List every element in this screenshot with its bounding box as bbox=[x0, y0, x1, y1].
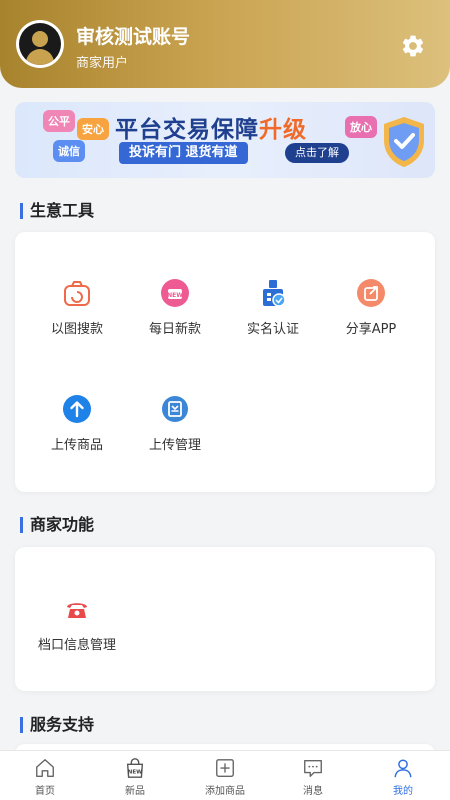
section-title-merchant-functions: 商家功能 bbox=[20, 517, 94, 533]
merchant-functions-card: 档口信息管理 bbox=[15, 547, 435, 691]
tool-label: 分享APP bbox=[345, 322, 397, 337]
profile-header: 审核测试账号 商家用户 bbox=[0, 0, 450, 88]
tool-label: 上传管理 bbox=[148, 438, 201, 453]
promo-banner[interactable]: 公平 安心 诚信 放心 平台交易保障升级 投诉有门 退货有道 点击了解 bbox=[15, 102, 435, 178]
tool-label: 每日新款 bbox=[148, 322, 201, 337]
tab-label: 消息 bbox=[303, 786, 323, 797]
svg-text:NEW: NEW bbox=[167, 292, 183, 299]
phone-icon bbox=[67, 603, 87, 618]
verification-icon bbox=[263, 280, 286, 307]
home-icon bbox=[36, 759, 54, 777]
tool-label: 上传商品 bbox=[50, 438, 103, 453]
tab-add-product[interactable]: 添加商品 bbox=[190, 757, 260, 797]
tool-image-search[interactable]: 以图搜款 bbox=[27, 278, 127, 337]
add-icon bbox=[216, 759, 234, 777]
shield-icon bbox=[384, 117, 424, 167]
user-role: 商家用户 bbox=[76, 56, 129, 71]
user-name: 审核测试账号 bbox=[76, 26, 191, 48]
section-title-service-support: 服务支持 bbox=[20, 717, 94, 733]
tool-stall-info[interactable]: 档口信息管理 bbox=[27, 594, 127, 653]
banner-tag: 安心 bbox=[77, 118, 109, 140]
banner-title: 平台交易保障升级 bbox=[115, 117, 307, 143]
upload-manage-icon bbox=[162, 396, 188, 422]
share-icon bbox=[357, 279, 385, 307]
tool-label: 档口信息管理 bbox=[37, 638, 116, 653]
image-search-icon bbox=[64, 281, 90, 306]
tab-label: 添加商品 bbox=[205, 786, 245, 797]
message-icon bbox=[304, 759, 322, 777]
user-icon bbox=[394, 759, 412, 778]
tool-upload-manage[interactable]: 上传管理 bbox=[125, 394, 225, 453]
tab-home[interactable]: 首页 bbox=[10, 757, 80, 797]
tab-new[interactable]: NEW 新品 bbox=[100, 757, 170, 797]
avatar[interactable] bbox=[16, 20, 64, 68]
tool-verification[interactable]: 实名认证 bbox=[223, 278, 323, 337]
tool-label: 以图搜款 bbox=[50, 322, 103, 337]
banner-tag: 公平 bbox=[43, 110, 75, 132]
tool-daily-new[interactable]: NEW 每日新款 bbox=[125, 278, 225, 337]
gear-icon[interactable] bbox=[400, 33, 426, 59]
avatar-icon bbox=[19, 23, 61, 65]
banner-subtitle: 投诉有门 退货有道 bbox=[119, 142, 248, 164]
tool-share-app[interactable]: 分享APP bbox=[321, 278, 421, 337]
tab-label: 我的 bbox=[393, 786, 413, 797]
tool-upload-product[interactable]: 上传商品 bbox=[27, 394, 127, 453]
tab-label: 首页 bbox=[35, 786, 55, 797]
svg-text:NEW: NEW bbox=[128, 770, 142, 776]
section-title-business-tools: 生意工具 bbox=[20, 203, 94, 219]
tool-label: 实名认证 bbox=[246, 322, 299, 337]
banner-tag: 放心 bbox=[345, 116, 377, 138]
bottom-tab-bar: 首页 NEW 新品 添加商品 消息 我的 bbox=[0, 750, 450, 800]
upload-icon bbox=[63, 395, 91, 423]
tab-messages[interactable]: 消息 bbox=[278, 757, 348, 797]
business-tools-card: 以图搜款 NEW 每日新款 实名认证 分享APP 上传商品 上传管理 bbox=[15, 232, 435, 492]
new-arrivals-icon: NEW bbox=[161, 279, 189, 307]
banner-learn-more-button[interactable]: 点击了解 bbox=[285, 143, 349, 163]
tab-label: 新品 bbox=[125, 786, 145, 797]
tab-mine[interactable]: 我的 bbox=[368, 757, 438, 797]
new-bag-icon: NEW bbox=[126, 758, 144, 778]
banner-tag: 诚信 bbox=[53, 140, 85, 162]
